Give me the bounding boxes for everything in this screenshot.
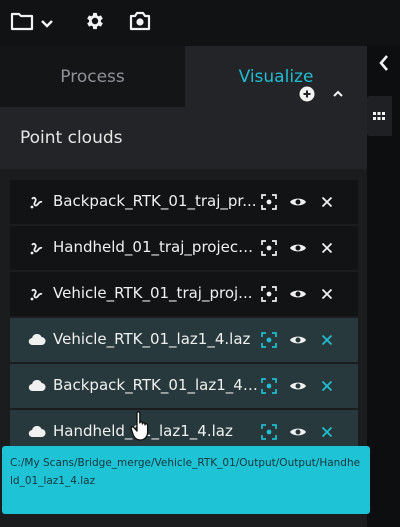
collapse-section-button[interactable] [331, 86, 345, 106]
list-item[interactable]: Vehicle_RTK_01_traj_proj... [10, 272, 358, 316]
settings-button[interactable] [84, 10, 106, 36]
focus-icon[interactable] [260, 193, 278, 211]
cloud-icon [28, 377, 46, 395]
point-clouds-header: Point clouds [0, 107, 367, 169]
list-item[interactable]: Handheld_01_traj_project... [10, 226, 358, 270]
close-icon[interactable] [318, 239, 336, 257]
screenshot-button[interactable] [128, 10, 152, 36]
focus-icon[interactable] [260, 285, 278, 303]
trajectory-icon [28, 285, 46, 303]
eye-icon[interactable] [289, 331, 307, 349]
cloud-icon [28, 331, 46, 349]
eye-icon[interactable] [289, 423, 307, 441]
file-path-tooltip: C:/My Scans/Bridge_merge/Vehicle_RTK_01/… [2, 446, 370, 514]
grid-menu-button[interactable] [366, 96, 392, 136]
close-icon[interactable] [318, 331, 336, 349]
dots-grid-icon [373, 107, 385, 126]
collapse-panel-button[interactable] [373, 52, 395, 78]
list-item[interactable]: Vehicle_RTK_01_laz1_4.laz [10, 318, 358, 362]
top-toolbar [0, 0, 400, 46]
hand-cursor-icon [130, 410, 156, 446]
point-cloud-name: Vehicle_RTK_01_laz1_4.laz [53, 330, 251, 348]
list-item[interactable]: Backpack_RTK_01_laz1_4.... [10, 364, 358, 408]
folder-icon [10, 11, 34, 35]
tab-process[interactable]: Process [0, 46, 185, 107]
eye-icon[interactable] [289, 239, 307, 257]
chevron-up-icon [331, 87, 345, 106]
point-cloud-name: Backpack_RTK_01_laz1_4.... [53, 376, 258, 394]
focus-icon[interactable] [260, 239, 278, 257]
focus-icon[interactable] [260, 377, 278, 395]
eye-icon[interactable] [289, 377, 307, 395]
point-cloud-name: Handheld_01_traj_project... [53, 238, 258, 256]
list-item[interactable]: Backpack_RTK_01_traj_pr... [10, 180, 358, 224]
cloud-icon [28, 423, 46, 441]
focus-icon[interactable] [260, 331, 278, 349]
gear-icon [84, 10, 106, 36]
close-icon[interactable] [318, 193, 336, 211]
close-icon[interactable] [318, 423, 336, 441]
close-icon[interactable] [318, 377, 336, 395]
camera-icon [128, 10, 152, 36]
add-point-cloud-button[interactable] [299, 86, 315, 106]
focus-icon[interactable] [260, 423, 278, 441]
point-cloud-name: Backpack_RTK_01_traj_pr... [53, 192, 257, 210]
eye-icon[interactable] [289, 193, 307, 211]
chevron-left-icon [378, 54, 390, 76]
close-icon[interactable] [318, 285, 336, 303]
eye-icon[interactable] [289, 285, 307, 303]
plus-circle-icon [299, 86, 315, 106]
folder-menu-button[interactable] [10, 10, 54, 36]
point-cloud-name: Vehicle_RTK_01_traj_proj... [53, 284, 253, 302]
trajectory-icon [28, 193, 46, 211]
chevron-down-icon [40, 14, 54, 33]
trajectory-icon [28, 239, 46, 257]
section-title: Point clouds [20, 128, 123, 148]
